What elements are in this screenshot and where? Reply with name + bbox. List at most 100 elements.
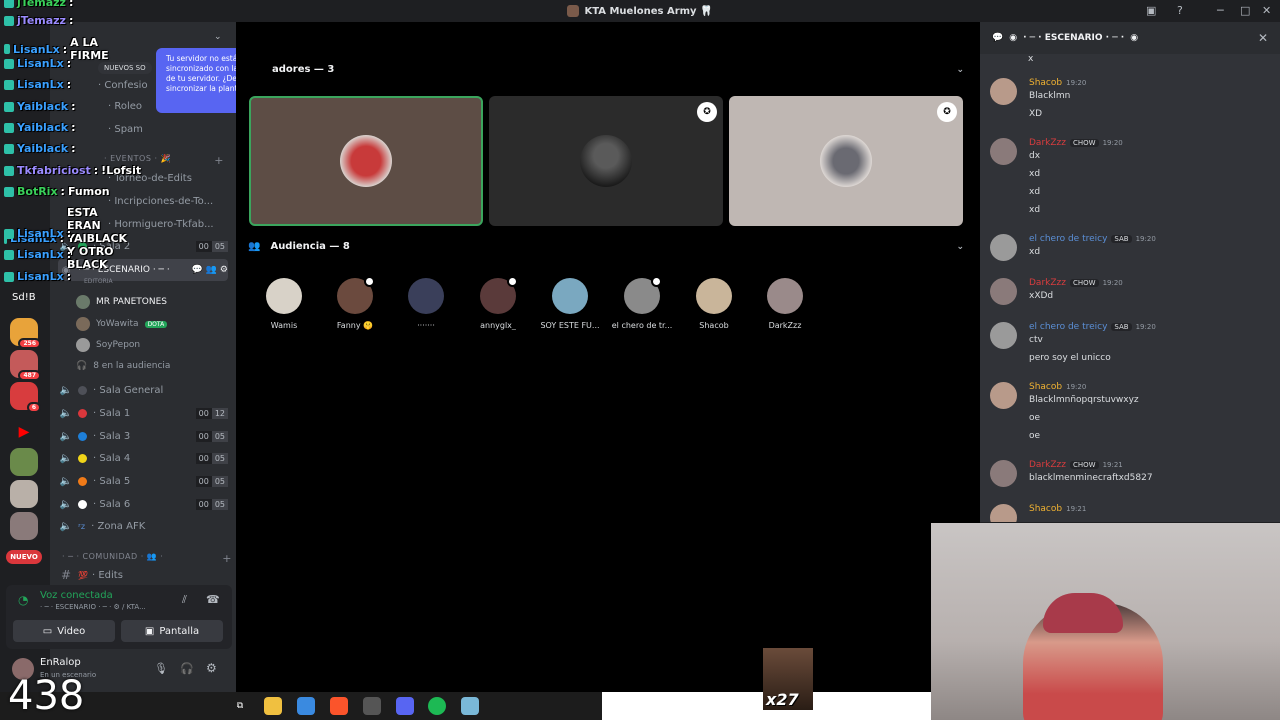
spotify-icon[interactable] (428, 697, 446, 715)
audience-member[interactable]: annyglx_ (461, 276, 535, 330)
stream-chat-line: Yaiblack: (4, 100, 75, 113)
category-comunidad[interactable]: · ─ · COMUNIDAD · 👥 · + (62, 552, 232, 565)
noise-suppression-icon[interactable]: ⫽ (182, 593, 187, 607)
voice-channel-sala-6[interactable]: 🔈 · Sala 6 00 05 (58, 494, 228, 514)
nuevo-badge[interactable]: NUEVO (6, 550, 42, 564)
headphones-icon[interactable]: 🎧 (180, 662, 194, 675)
chevron-down-icon[interactable]: ⌄ (956, 242, 964, 252)
chat-icon[interactable]: 💬 (191, 265, 202, 275)
audience-member[interactable]: ······· (389, 278, 463, 330)
avatar[interactable] (990, 78, 1017, 105)
speaker-tile[interactable]: ✪ (489, 96, 723, 226)
stage-member[interactable]: MR PANETONES (76, 292, 167, 312)
message-author[interactable]: Shacob (1029, 382, 1062, 392)
message-header: el chero de treicy SAB 19:20 (1029, 234, 1156, 244)
headphones-icon: 🎧 (76, 361, 88, 371)
server-icon-6[interactable] (10, 480, 38, 508)
add-channel-icon[interactable]: + (222, 552, 232, 565)
task-view-icon[interactable]: ⧉ (231, 697, 249, 715)
audience-header[interactable]: 👥 Audiencia — 8 ⌄ (248, 241, 964, 252)
server-header-chevron-icon[interactable]: ⌄ (214, 32, 222, 42)
username: EnRalop (40, 657, 81, 668)
chatter-name: jTemazz (17, 0, 66, 9)
minimize-icon[interactable]: ─ (1217, 4, 1224, 17)
voice-channel-zona-afk[interactable]: 🔈 ᶻz · Zona AFK (58, 516, 228, 536)
speaker-tile[interactable] (249, 96, 483, 226)
add-channel-icon[interactable]: + (214, 154, 224, 167)
message-time: 19:20 (1135, 235, 1156, 243)
server-icon-3[interactable]: 6 (10, 382, 41, 413)
voice-channel-sala-3[interactable]: 🔈 · Sala 3 00 05 (58, 426, 228, 446)
separator: : (66, 270, 72, 283)
store-icon[interactable] (297, 697, 315, 715)
avatar[interactable] (990, 504, 1017, 522)
voice-channel-sala-5[interactable]: 🔈 · Sala 5 00 05 (58, 471, 228, 491)
message-author[interactable]: el chero de treicy (1029, 234, 1107, 244)
speakers-header[interactable]: adores — 3 ⌄ (248, 64, 964, 75)
video-button[interactable]: ▭ Video (13, 620, 115, 642)
chatter-message: ESTA ERAN YAIBLACK Y OTRO BLACK (67, 206, 128, 271)
brave-icon[interactable] (330, 697, 348, 715)
audience-member[interactable]: DarkZzz (748, 278, 822, 330)
file-explorer-icon[interactable] (264, 697, 282, 715)
channel-edits[interactable]: # 💯 · Edits (58, 565, 228, 585)
voice-channel-sala-1[interactable]: 🔈 · Sala 1 00 12 (58, 403, 228, 423)
sleep-icon: ᶻz (78, 521, 86, 531)
speaker-tile[interactable]: ✪ (729, 96, 963, 226)
help-icon[interactable]: ? (1177, 4, 1183, 17)
server-icon-1[interactable]: 256 (10, 318, 41, 349)
avatar[interactable] (990, 278, 1017, 305)
message-author[interactable]: el chero de treicy (1029, 322, 1107, 332)
server-icon-7[interactable] (10, 512, 38, 540)
stage-view: adores — 3 ⌄ ✪ ✪ 👥 Audiencia — 8 ⌄ Wamis… (236, 22, 980, 692)
role-tag: CHOW (1069, 279, 1099, 287)
audience-member[interactable]: el chero de tr... (605, 276, 679, 330)
avatar[interactable] (990, 234, 1017, 261)
message-author[interactable]: DarkZzz (1029, 278, 1066, 288)
voice-channel-sala-4[interactable]: 🔈 · Sala 4 00 05 (58, 448, 228, 468)
stream-chat-line: LisanLx: (4, 270, 71, 283)
audience-member[interactable]: Shacob (677, 278, 751, 330)
chrome-icon[interactable] (363, 697, 381, 715)
message-author[interactable]: Shacob (1029, 504, 1062, 514)
message-author[interactable]: DarkZzz (1029, 460, 1066, 470)
role-tag: CHOW (1069, 461, 1099, 469)
separator: : (68, 14, 74, 27)
close-icon[interactable]: ✕ (1258, 31, 1268, 45)
speaker-icon: 🔈 (59, 452, 73, 464)
avatar[interactable] (990, 382, 1017, 409)
maximize-icon[interactable]: □ (1240, 4, 1250, 17)
avatar[interactable] (990, 460, 1017, 487)
avatar[interactable] (990, 322, 1017, 349)
message-author[interactable]: DarkZzz (1029, 138, 1066, 148)
invite-icon[interactable]: 👥 (206, 265, 217, 275)
stage-member[interactable]: YoWawita DOTA (76, 314, 168, 334)
speaker-icon: 🔈 (59, 384, 73, 396)
avatar (696, 278, 732, 314)
discord-icon[interactable] (396, 697, 414, 715)
notepad-icon[interactable] (461, 697, 479, 715)
server-icon-5[interactable] (10, 448, 38, 476)
microphone-icon[interactable]: 🎙 (154, 662, 168, 675)
new-messages-pill[interactable]: NUEVOS SO (98, 62, 152, 74)
stage-member[interactable]: SoyPepon (76, 335, 140, 355)
hair (1043, 593, 1123, 633)
screen-share-button[interactable]: ▣ Pantalla (121, 620, 223, 642)
server-icon-2[interactable]: 487 (10, 350, 41, 381)
message-author[interactable]: Shacob (1029, 78, 1062, 88)
inbox-icon[interactable]: ▣ (1146, 4, 1156, 17)
status-dot (78, 453, 87, 463)
disconnect-icon[interactable]: ☎ (206, 593, 220, 606)
message-line: ctv (1029, 335, 1043, 345)
youtube-server-icon[interactable]: ▶ (10, 418, 38, 446)
settings-icon[interactable]: ⚙ (220, 265, 228, 275)
audience-member[interactable]: SOY ESTE FU... (533, 278, 607, 330)
chevron-down-icon[interactable]: ⌄ (956, 65, 964, 75)
avatar[interactable] (990, 138, 1017, 165)
voice-channel-sala-general[interactable]: 🔈 · Sala General (58, 380, 228, 400)
audience-member[interactable]: Fanny 🤫 (318, 276, 392, 330)
audience-member[interactable]: Wamis (247, 278, 321, 330)
close-window-icon[interactable]: ✕ (1262, 4, 1271, 17)
voice-channel-name[interactable]: · ─ · ESCENARIO · ─ · ⚙ / KTA... (40, 603, 146, 611)
user-settings-icon[interactable]: ⚙ (206, 661, 217, 675)
